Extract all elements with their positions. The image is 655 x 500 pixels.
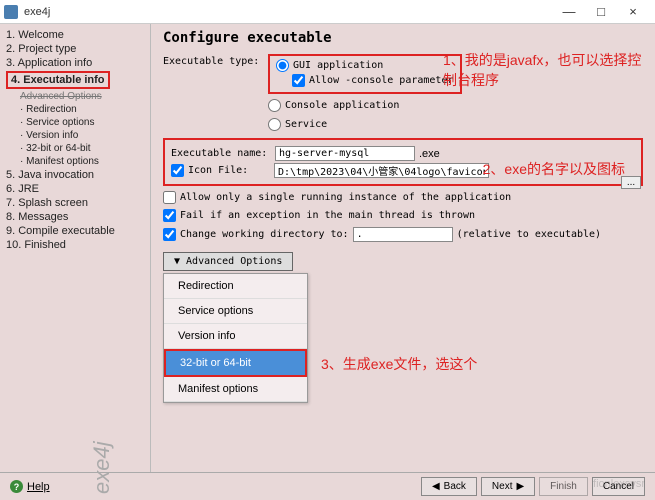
checkbox-icon-file[interactable] [171, 164, 184, 177]
page-heading: Configure executable [163, 30, 643, 46]
help-link[interactable]: Help [27, 481, 50, 493]
close-button[interactable]: × [623, 4, 643, 19]
menu-manifest-options[interactable]: Manifest options [164, 377, 307, 402]
change-dir-input[interactable] [353, 227, 453, 242]
exec-name-input[interactable] [275, 146, 415, 161]
arrow-left-icon: ◀ [432, 481, 440, 492]
window-title: exe4j [24, 6, 559, 18]
exec-type-label: Executable type: [163, 54, 268, 67]
step-redirection[interactable]: · Redirection [6, 103, 144, 116]
app-icon [4, 5, 18, 19]
arrow-right-icon: ▶ [516, 481, 524, 492]
step-finished[interactable]: 10. Finished [6, 238, 144, 252]
checkbox-fail-exception[interactable] [163, 209, 176, 222]
back-button[interactable]: ◀Back [421, 477, 477, 496]
step-welcome[interactable]: 1. Welcome [6, 28, 144, 42]
step-application-info[interactable]: 3. Application info [6, 56, 144, 70]
step-service-options[interactable]: · Service options [6, 116, 144, 129]
step-executable-info[interactable]: 4. Executable info [11, 73, 105, 87]
next-button[interactable]: Next▶ [481, 477, 535, 496]
watermark: exe4j [89, 441, 115, 494]
advanced-options-menu: Redirection Service options Version info… [163, 273, 308, 403]
fail-exception-label: Fail if an exception in the main thread … [180, 210, 475, 221]
menu-redirection[interactable]: Redirection [164, 274, 307, 299]
watermark-2: fionlexsysr [593, 478, 645, 490]
advanced-options-button[interactable]: ▼Advanced Options [163, 252, 293, 271]
annotation-3: 3、生成exe文件，选这个 [321, 354, 477, 374]
step-advanced-options[interactable]: Advanced Options [6, 90, 144, 103]
finish-button[interactable]: Finish [539, 477, 588, 496]
exec-name-label: Executable name: [171, 148, 271, 159]
icon-file-label: Icon File: [188, 165, 270, 176]
exec-ext: .exe [419, 148, 440, 160]
menu-service-options[interactable]: Service options [164, 299, 307, 324]
radio-console-label: Console application [285, 100, 399, 111]
step-compile-executable[interactable]: 9. Compile executable [6, 224, 144, 238]
single-instance-label: Allow only a single running instance of … [180, 192, 511, 203]
radio-console[interactable] [268, 99, 281, 112]
checkbox-allow-console[interactable] [292, 74, 305, 87]
chevron-down-icon: ▼ [174, 256, 180, 267]
annotation-2: 2、exe的名字以及图标 [483, 159, 625, 179]
maximize-button[interactable]: □ [591, 4, 611, 19]
titlebar: exe4j — □ × [0, 0, 655, 24]
step-splash-screen[interactable]: 7. Splash screen [6, 196, 144, 210]
step-32-64-bit[interactable]: · 32-bit or 64-bit [6, 142, 144, 155]
step-messages[interactable]: 8. Messages [6, 210, 144, 224]
radio-gui[interactable] [276, 59, 289, 72]
step-java-invocation[interactable]: 5. Java invocation [6, 168, 144, 182]
change-dir-label: Change working directory to: [180, 229, 349, 240]
icon-file-input[interactable] [274, 163, 489, 178]
relative-label: (relative to executable) [457, 229, 602, 240]
annotation-1: 1、我的是javafx，也可以选择控制台程序 [443, 50, 643, 90]
step-project-type[interactable]: 2. Project type [6, 42, 144, 56]
step-jre[interactable]: 6. JRE [6, 182, 144, 196]
minimize-button[interactable]: — [559, 4, 579, 19]
window-controls: — □ × [559, 4, 651, 19]
menu-version-info[interactable]: Version info [164, 324, 307, 349]
checkbox-single-instance[interactable] [163, 191, 176, 204]
step-manifest-options[interactable]: · Manifest options [6, 155, 144, 168]
menu-32-64-bit[interactable]: 32-bit or 64-bit [164, 349, 307, 377]
exec-type-group: GUI application Allow -console parameter [268, 54, 462, 94]
radio-gui-label: GUI application [293, 60, 383, 71]
radio-service[interactable] [268, 118, 281, 131]
checkbox-change-dir[interactable] [163, 228, 176, 241]
help-icon: ? [10, 480, 23, 493]
radio-service-label: Service [285, 119, 327, 130]
step-version-info[interactable]: · Version info [6, 129, 144, 142]
wizard-sidebar: 1. Welcome 2. Project type 3. Applicatio… [0, 24, 150, 476]
content-panel: Configure executable Executable type: GU… [150, 24, 655, 476]
allow-console-label: Allow -console parameter [309, 75, 454, 86]
